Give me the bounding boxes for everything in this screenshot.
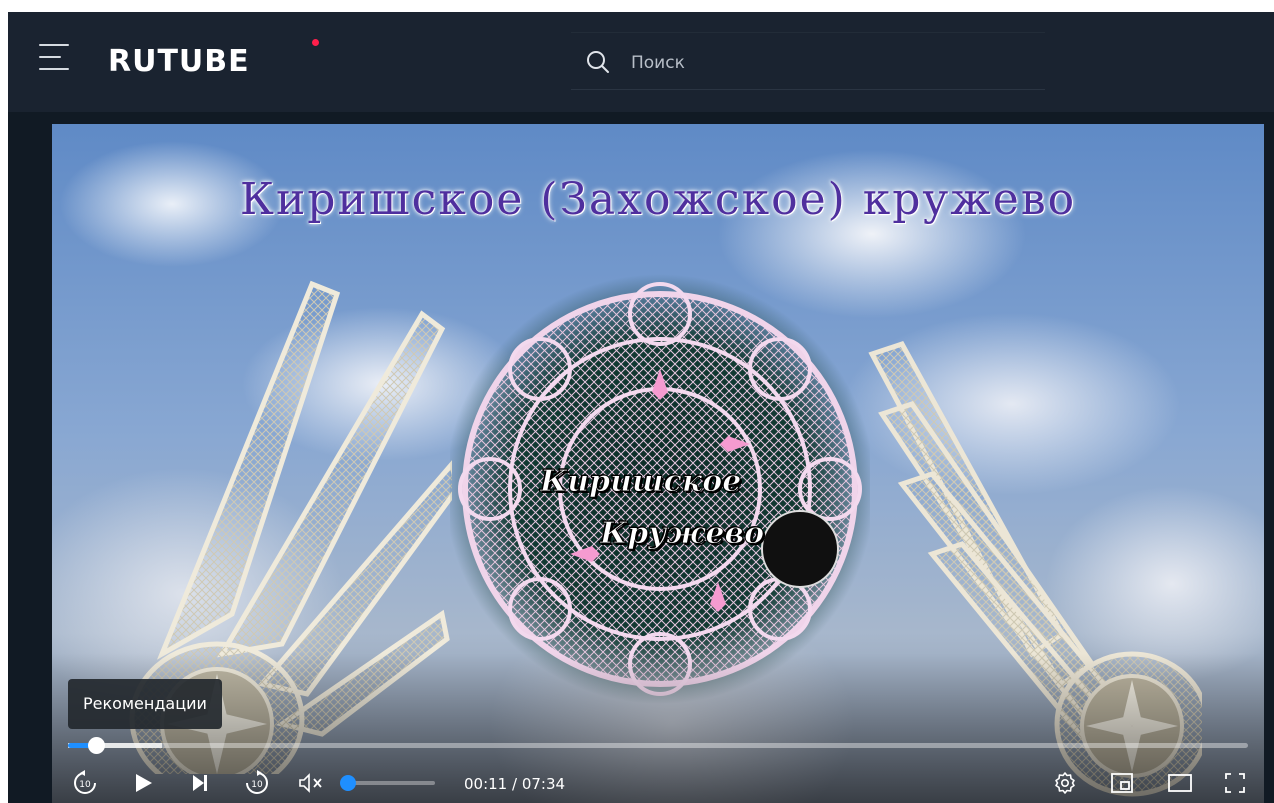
svg-text:10: 10 [251,780,263,790]
search-bar[interactable] [571,32,1045,90]
search-icon[interactable] [586,50,610,74]
app: RUTUBE Поиск Киришское Кружево Киришское… [8,12,1274,803]
volume-thumb[interactable] [340,775,356,791]
recommendations-tooltip: Рекомендации [68,679,222,729]
video-player[interactable]: Киришское Кружево Киришское (Захожское) … [52,124,1264,803]
play-icon[interactable] [126,766,160,800]
player-controls: 10 10 00:11 / 07:34 [52,766,1264,803]
rutube-logo[interactable]: RUTUBE [108,47,250,77]
video-title: Киришское (Захожское) кружево [239,174,1077,225]
next-icon[interactable] [183,766,217,800]
svg-text:10: 10 [79,780,91,790]
mute-icon[interactable] [295,766,329,800]
mini-player-icon[interactable] [1105,766,1139,800]
logo-dot [312,39,319,46]
video-frame[interactable]: Киришское Кружево Киришское (Захожское) … [52,124,1264,803]
volume-slider[interactable] [340,775,435,791]
time-display: 00:11 / 07:34 [464,775,565,793]
video-logo-line2: Кружево [599,516,765,552]
forward-10-icon[interactable]: 10 [240,766,274,800]
duration: 07:34 [521,775,566,793]
header: RUTUBE [8,12,1274,112]
time-separator: / [507,775,522,793]
current-time: 00:11 [464,775,508,793]
video-logo-line1: Киришское [539,464,742,500]
menu-icon[interactable] [39,42,73,72]
theater-mode-icon[interactable] [1163,766,1197,800]
rewind-10-icon[interactable]: 10 [68,766,102,800]
search-input[interactable] [629,49,1013,77]
progress-bar[interactable] [68,737,1248,754]
fullscreen-icon[interactable] [1218,766,1252,800]
settings-icon[interactable] [1048,766,1082,800]
